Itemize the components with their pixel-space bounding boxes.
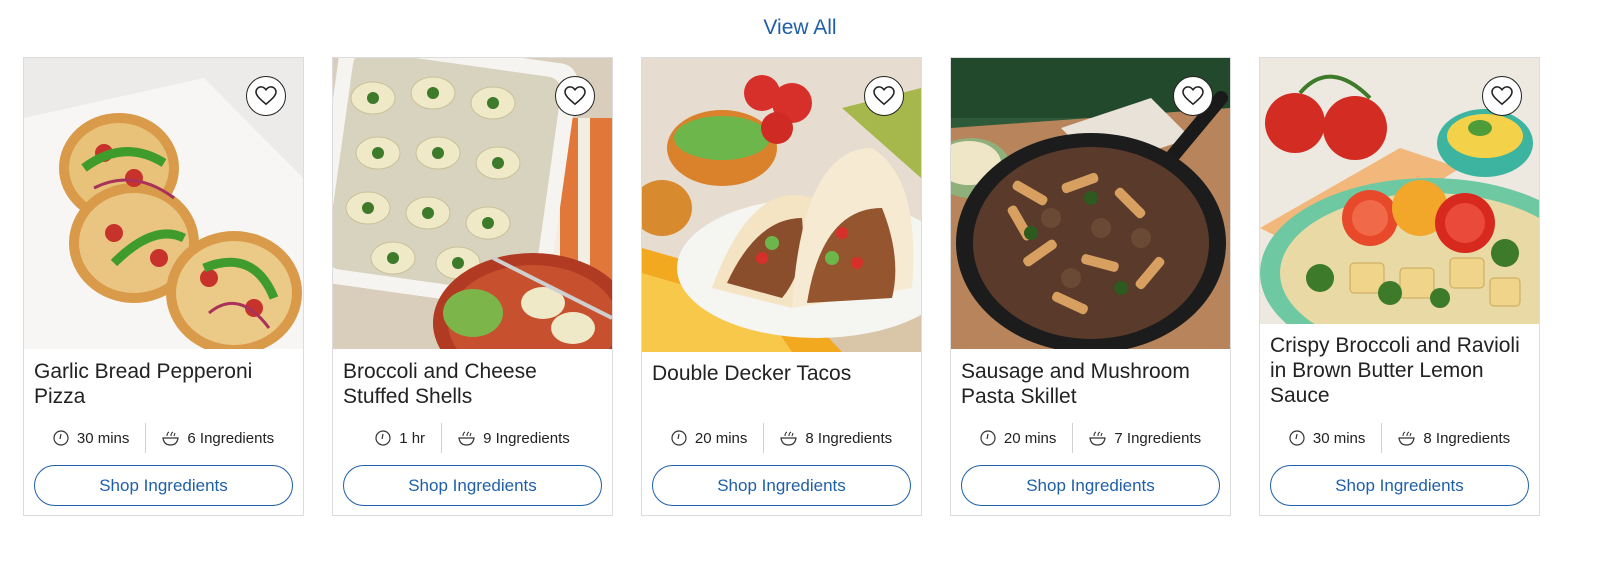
bowl-icon bbox=[1089, 431, 1107, 446]
heart-icon bbox=[873, 86, 895, 106]
recipe-meta: 20 mins 8 Ingredients bbox=[642, 423, 921, 453]
ingredient-count: 6 Ingredients bbox=[162, 430, 274, 447]
heart-icon bbox=[255, 86, 277, 106]
view-all-container: View All bbox=[0, 16, 1600, 40]
recipe-title[interactable]: Crispy Broccoli and Ravioli in Brown But… bbox=[1270, 333, 1529, 408]
favorite-button[interactable] bbox=[864, 76, 904, 116]
shop-ingredients-button[interactable]: Shop Ingredients bbox=[652, 465, 911, 506]
recipe-title[interactable]: Broccoli and Cheese Stuffed Shells bbox=[343, 359, 602, 409]
cook-time: 20 mins bbox=[980, 430, 1056, 447]
clock-icon bbox=[980, 430, 996, 446]
meta-divider bbox=[1381, 423, 1383, 453]
favorite-button[interactable] bbox=[1173, 76, 1213, 116]
favorite-button[interactable] bbox=[555, 76, 595, 116]
clock-icon bbox=[53, 430, 69, 446]
cook-time: 20 mins bbox=[671, 430, 747, 447]
recipe-meta: 30 mins 6 Ingredients bbox=[24, 423, 303, 453]
recipe-card[interactable]: Crispy Broccoli and Ravioli in Brown But… bbox=[1259, 57, 1540, 516]
clock-icon bbox=[1289, 430, 1305, 446]
recipe-meta: 1 hr 9 Ingredients bbox=[333, 423, 612, 453]
shop-ingredients-button[interactable]: Shop Ingredients bbox=[343, 465, 602, 506]
favorite-button[interactable] bbox=[246, 76, 286, 116]
recipe-cards: Garlic Bread Pepperoni Pizza 30 mins 6 I… bbox=[23, 57, 1540, 516]
heart-icon bbox=[1491, 86, 1513, 106]
bowl-icon bbox=[162, 431, 180, 446]
recipe-title[interactable]: Double Decker Tacos bbox=[652, 361, 911, 386]
meta-divider bbox=[763, 423, 765, 453]
view-all-link[interactable]: View All bbox=[763, 16, 836, 39]
bowl-icon bbox=[1398, 431, 1416, 446]
cook-time: 1 hr bbox=[375, 430, 425, 447]
bowl-icon bbox=[458, 431, 475, 446]
ingredient-count: 7 Ingredients bbox=[1089, 430, 1201, 447]
cook-time: 30 mins bbox=[1289, 430, 1365, 447]
shop-ingredients-button[interactable]: Shop Ingredients bbox=[34, 465, 293, 506]
meta-divider bbox=[441, 423, 443, 453]
recipe-card[interactable]: Garlic Bread Pepperoni Pizza 30 mins 6 I… bbox=[23, 57, 304, 516]
ingredient-count: 8 Ingredients bbox=[1398, 430, 1510, 447]
meta-divider bbox=[1072, 423, 1074, 453]
recipe-card[interactable]: Sausage and Mushroom Pasta Skillet 20 mi… bbox=[950, 57, 1231, 516]
shop-ingredients-button[interactable]: Shop Ingredients bbox=[961, 465, 1220, 506]
heart-icon bbox=[1182, 86, 1204, 106]
recipe-meta: 20 mins 7 Ingredients bbox=[951, 423, 1230, 453]
shop-ingredients-button[interactable]: Shop Ingredients bbox=[1270, 465, 1529, 506]
recipe-meta: 30 mins 8 Ingredients bbox=[1260, 423, 1539, 453]
clock-icon bbox=[671, 430, 687, 446]
recipe-card[interactable]: Double Decker Tacos 20 mins 8 Ingredient… bbox=[641, 57, 922, 516]
ingredient-count: 9 Ingredients bbox=[458, 430, 570, 447]
clock-icon bbox=[375, 430, 391, 446]
recipe-title[interactable]: Garlic Bread Pepperoni Pizza bbox=[34, 359, 293, 409]
heart-icon bbox=[564, 86, 586, 106]
cook-time: 30 mins bbox=[53, 430, 129, 447]
recipe-title[interactable]: Sausage and Mushroom Pasta Skillet bbox=[961, 359, 1220, 409]
recipe-card[interactable]: Broccoli and Cheese Stuffed Shells 1 hr … bbox=[332, 57, 613, 516]
bowl-icon bbox=[780, 431, 798, 446]
ingredient-count: 8 Ingredients bbox=[780, 430, 892, 447]
meta-divider bbox=[145, 423, 147, 453]
favorite-button[interactable] bbox=[1482, 76, 1522, 116]
